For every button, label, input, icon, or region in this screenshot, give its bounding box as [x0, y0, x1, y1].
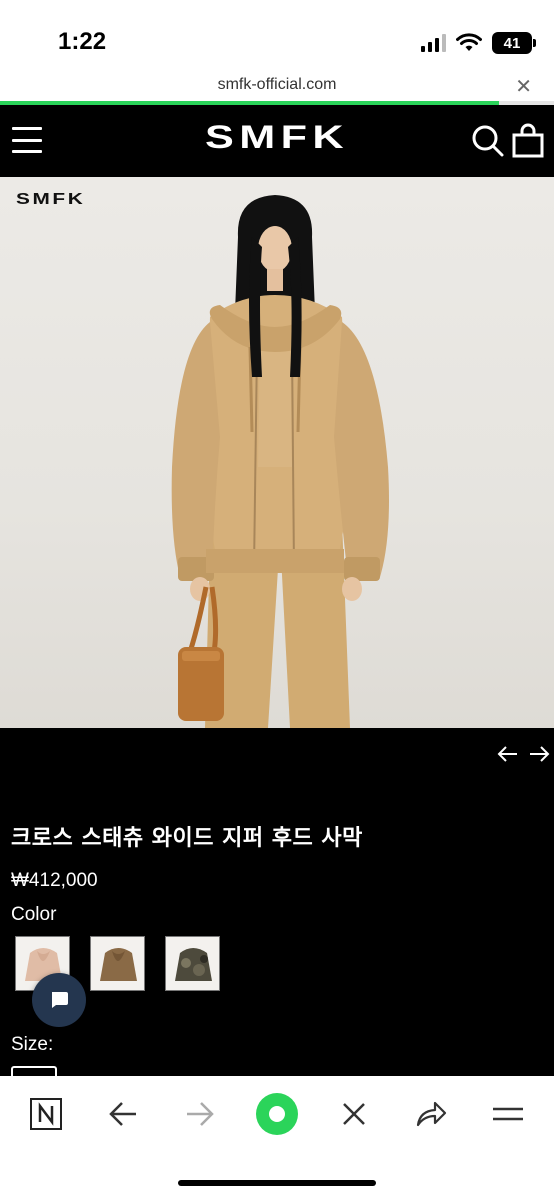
battery-icon: 41 [492, 32, 536, 54]
close-icon[interactable]: ✕ [515, 74, 532, 98]
status-time: 1:22 [58, 28, 107, 55]
close-icon[interactable] [332, 1092, 376, 1136]
share-icon[interactable] [409, 1092, 453, 1136]
color-label: Color [11, 904, 57, 925]
product-title: 크로스 스태츄 와이드 지퍼 후드 사막 [11, 826, 363, 851]
home-indicator [178, 1180, 376, 1186]
site-header: SMFK [0, 105, 554, 177]
hero-watermark-logo: SMFK [16, 191, 86, 208]
url-text[interactable]: smfk-official.com [0, 76, 554, 94]
gallery-nav [0, 728, 554, 788]
next-arrow-icon[interactable] [527, 742, 551, 766]
green-dot-icon[interactable] [255, 1092, 299, 1136]
size-label: Size: [11, 1034, 54, 1055]
chat-button[interactable] [32, 973, 86, 1027]
menu-icon[interactable] [486, 1092, 530, 1136]
status-icons: 41 [421, 32, 536, 54]
color-swatch-brown[interactable] [90, 936, 145, 991]
forward-arrow-icon[interactable] [178, 1092, 222, 1136]
shopping-bag-icon[interactable] [510, 123, 546, 159]
chat-bubble-icon [52, 992, 68, 1008]
product-info: 크로스 스태츄 와이드 지퍼 후드 사막 ₩412,000 Color Size… [0, 788, 554, 1086]
back-arrow-icon[interactable] [101, 1092, 145, 1136]
status-bar: 1:22 41 [0, 0, 554, 72]
wifi-icon [456, 33, 482, 51]
search-icon[interactable] [470, 123, 506, 159]
url-bar[interactable]: smfk-official.com ✕ [0, 72, 554, 104]
color-swatch-camo[interactable] [165, 936, 220, 991]
naver-n-icon[interactable] [24, 1092, 68, 1136]
product-price: ₩412,000 [11, 870, 98, 891]
model-illustration [171, 195, 389, 728]
signal-icon [421, 34, 446, 52]
product-image[interactable]: SMFK [0, 177, 554, 728]
battery-level: 41 [503, 34, 521, 52]
previous-arrow-icon[interactable] [496, 742, 520, 766]
